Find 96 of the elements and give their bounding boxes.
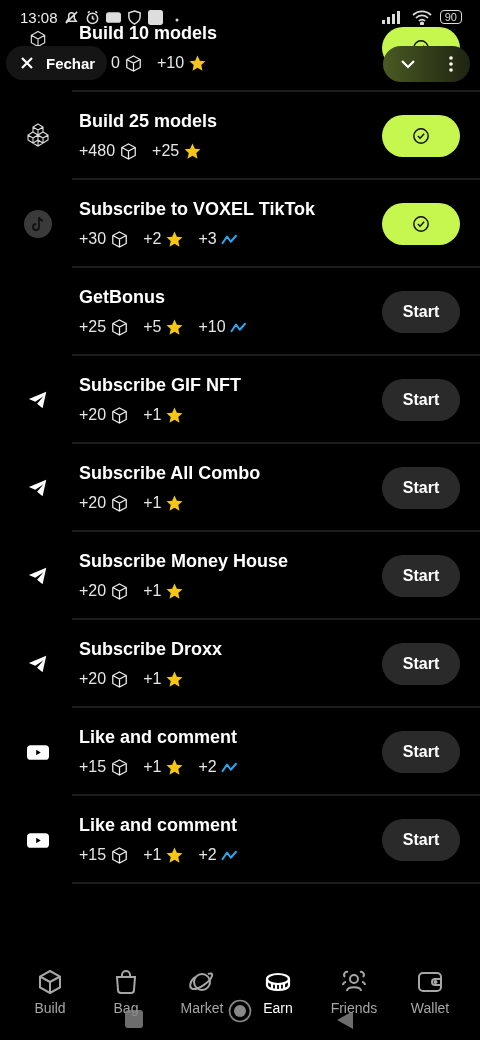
dot-icon: [174, 18, 179, 22]
start-button[interactable]: Start: [382, 819, 460, 861]
cube-icon: [110, 317, 130, 337]
star-icon: [188, 53, 208, 73]
reward-amount: +1: [143, 493, 162, 513]
tiktok-icon: [24, 210, 52, 238]
star-icon: [165, 317, 185, 337]
start-button[interactable]: Start: [382, 731, 460, 773]
paper-plane-icon: [27, 389, 49, 411]
nav-tab[interactable]: Bag: [91, 968, 161, 1016]
star-icon: [165, 229, 185, 249]
zigzag-icon: [220, 849, 239, 861]
reward-amount: 0: [111, 53, 120, 73]
reward-amount: +20: [79, 581, 107, 601]
battery-level: 90: [439, 10, 462, 24]
task-title: Subscribe GIF NFT: [79, 375, 243, 396]
reward-amount: +2: [198, 757, 217, 777]
nav-tab[interactable]: Friends: [319, 968, 389, 1016]
reward-amount: +1: [143, 581, 162, 601]
nav-tab[interactable]: Earn: [243, 968, 313, 1016]
task-title: Subscribe All Combo: [79, 463, 262, 484]
task-title: GetBonus: [79, 287, 166, 308]
reward-amount: +1: [143, 757, 162, 777]
task-title: Subscribe Droxx: [79, 639, 224, 660]
nav-tab[interactable]: Wallet: [395, 968, 465, 1016]
zigzag-icon: [220, 233, 239, 245]
completed-button[interactable]: [382, 203, 460, 245]
star-icon: [165, 581, 185, 601]
start-button[interactable]: Start: [382, 643, 460, 685]
paper-plane-icon: [27, 477, 49, 499]
star-icon: [165, 669, 185, 689]
completed-button[interactable]: [382, 115, 460, 157]
reward-amount: +15: [79, 845, 107, 865]
start-button[interactable]: Start: [382, 291, 460, 333]
task-title: Like and comment: [79, 727, 239, 748]
task-title: Subscribe to VOXEL TikTok: [79, 199, 317, 220]
cube-icon: [110, 845, 130, 865]
cube-icon: [110, 229, 130, 249]
reward-amount: +2: [198, 845, 217, 865]
star-icon: [165, 405, 185, 425]
start-button[interactable]: Start: [382, 555, 460, 597]
cube-icon: [28, 29, 48, 49]
nav-tab[interactable]: Build: [15, 968, 85, 1016]
app-icon: [147, 9, 163, 25]
reward-amount: +10: [198, 317, 226, 337]
check-circle-icon: [412, 215, 430, 233]
cube-icon: [123, 53, 143, 73]
star-icon: [165, 757, 185, 777]
reward-amount: +20: [79, 669, 107, 689]
reward-amount: +1: [143, 845, 162, 865]
reward-amount: +20: [79, 405, 107, 425]
cube-icon: [110, 757, 130, 777]
reward-amount: +25: [152, 141, 180, 161]
zigzag-icon: [220, 761, 239, 773]
reward-amount: +1: [143, 405, 162, 425]
cube-icon: [110, 405, 130, 425]
cube-icon: [36, 968, 64, 996]
start-button[interactable]: Start: [382, 467, 460, 509]
cube-icon: [110, 669, 130, 689]
task-title: Like and comment: [79, 815, 239, 836]
home-icon[interactable]: [228, 999, 252, 1023]
paper-plane-icon: [27, 565, 49, 587]
more-icon[interactable]: [449, 56, 454, 72]
check-circle-icon: [412, 127, 430, 145]
reward-amount: +10: [156, 53, 185, 73]
muted-bell-icon: [63, 9, 79, 25]
cube-icon: [110, 581, 130, 601]
star-icon: [183, 141, 203, 161]
reward-amount: +15: [79, 757, 107, 777]
star-icon: [165, 845, 185, 865]
paper-plane-icon: [27, 653, 49, 675]
start-button[interactable]: Start: [382, 379, 460, 421]
reward-amount: +20: [79, 493, 107, 513]
task-title: Build 25 models: [79, 111, 219, 132]
nav-tab[interactable]: Market: [167, 968, 237, 1016]
close-button[interactable]: Fechar: [6, 46, 108, 80]
zigzag-icon: [229, 321, 248, 333]
back-icon[interactable]: [337, 1011, 353, 1029]
reward-amount: +480: [79, 141, 116, 161]
clock-time: 13:08: [20, 8, 58, 26]
reward-amount: +30: [79, 229, 107, 249]
chevron-down-icon[interactable]: [399, 59, 416, 69]
reward-amount: +25: [79, 317, 107, 337]
cube-icon: [110, 493, 130, 513]
task-title: Subscribe Money House: [79, 551, 290, 572]
task-title: Build 10 models: [79, 23, 219, 44]
alarm-icon: [84, 9, 100, 25]
reward-amount: +5: [143, 317, 162, 337]
reward-amount: +2: [143, 229, 162, 249]
star-icon: [165, 493, 185, 513]
wifi-icon: [411, 9, 432, 25]
cube-icon: [119, 141, 139, 161]
shield-icon: [126, 9, 142, 25]
reward-amount: +1: [143, 669, 162, 689]
reward-amount: +3: [198, 229, 217, 249]
close-icon: [20, 56, 34, 70]
